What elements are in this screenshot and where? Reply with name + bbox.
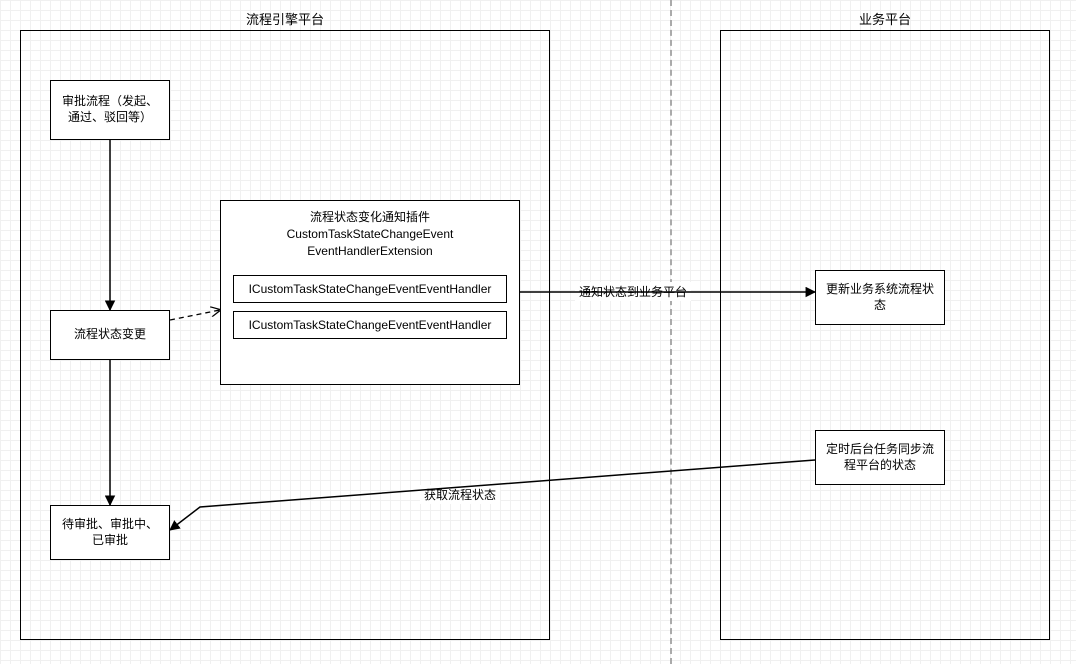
- node-update-biz: 更新业务系统流程状态: [815, 270, 945, 325]
- edge-fetch-label: 获取流程状态: [420, 485, 500, 504]
- plugin-handler-1: ICustomTaskStateChangeEventEventHandler: [233, 275, 507, 303]
- node-final-states: 待审批、审批中、已审批: [50, 505, 170, 560]
- container-business-label: 业务平台: [859, 9, 911, 28]
- plugin-handler-2-text: ICustomTaskStateChangeEventEventHandler: [249, 318, 492, 332]
- node-approval-flow-text: 审批流程（发起、通过、驳回等）: [57, 94, 163, 125]
- container-business: 业务平台: [720, 30, 1050, 640]
- plugin-title: 流程状态变化通知插件 CustomTaskStateChangeEvent Ev…: [221, 201, 519, 267]
- plugin-handler-2: ICustomTaskStateChangeEventEventHandler: [233, 311, 507, 339]
- node-scheduled-sync: 定时后台任务同步流程平台的状态: [815, 430, 945, 485]
- node-update-biz-text: 更新业务系统流程状态: [822, 282, 938, 313]
- plugin-title-line3: EventHandlerExtension: [307, 244, 432, 258]
- plugin-handler-1-text: ICustomTaskStateChangeEventEventHandler: [249, 282, 492, 296]
- container-flow-engine-label: 流程引擎平台: [246, 9, 324, 28]
- node-scheduled-sync-text: 定时后台任务同步流程平台的状态: [822, 442, 938, 473]
- plugin-title-line2: CustomTaskStateChangeEvent: [287, 227, 454, 241]
- node-state-change: 流程状态变更: [50, 310, 170, 360]
- node-state-change-text: 流程状态变更: [74, 327, 146, 343]
- edge-notify-label: 通知状态到业务平台: [575, 282, 691, 301]
- diagram-layer: 流程引擎平台 业务平台 审批流程（发起、通过、驳回等） 流程状态变更 待审批、审…: [0, 0, 1076, 664]
- node-final-states-text: 待审批、审批中、已审批: [57, 517, 163, 548]
- node-approval-flow: 审批流程（发起、通过、驳回等）: [50, 80, 170, 140]
- plugin-block: 流程状态变化通知插件 CustomTaskStateChangeEvent Ev…: [220, 200, 520, 385]
- plugin-title-line1: 流程状态变化通知插件: [310, 210, 430, 224]
